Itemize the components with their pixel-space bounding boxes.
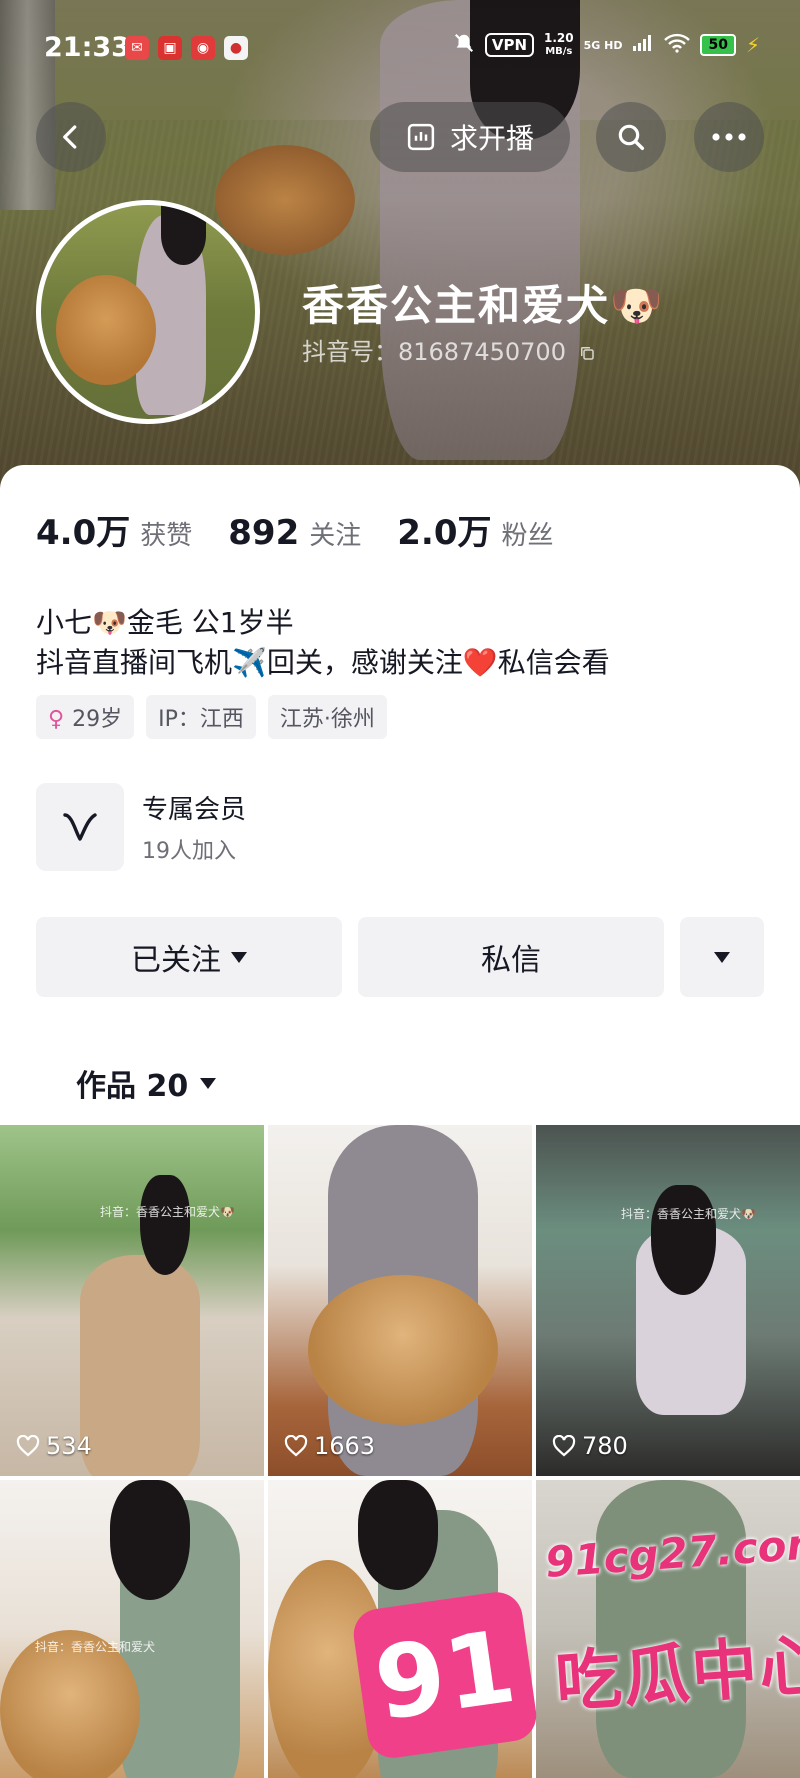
caret-down-icon xyxy=(714,951,730,963)
status-right-group: VPN 1.20 MB/s 5G HD 50 ⚡ xyxy=(453,32,760,58)
thumb-dog xyxy=(308,1275,498,1425)
wifi-icon xyxy=(664,33,691,57)
thumb-figure xyxy=(80,1255,200,1476)
tab-works-label: 作品 20 xyxy=(76,1069,189,1104)
heart-icon xyxy=(284,1435,308,1457)
followed-label: 已关注 xyxy=(131,943,221,978)
mute-icon xyxy=(453,32,475,58)
heart-icon xyxy=(552,1435,576,1457)
request-live-button[interactable]: 求开播 xyxy=(370,102,570,172)
avatar-hair xyxy=(161,205,206,265)
membership-subtitle: 19人加入 xyxy=(142,839,236,864)
chevron-left-icon xyxy=(63,125,77,149)
more-actions-button[interactable] xyxy=(680,917,764,997)
thumb-hair xyxy=(358,1480,438,1590)
heart-icon xyxy=(16,1435,40,1457)
watermark-logo-text: 91 xyxy=(367,1607,523,1743)
membership-entry[interactable]: 专属会员 19人加入 xyxy=(36,783,436,873)
back-button[interactable] xyxy=(36,102,106,172)
video-thumbnail[interactable]: 抖音：香香公主和爱犬🐶 780 xyxy=(536,1125,800,1476)
request-live-label: 求开播 xyxy=(449,122,534,155)
signal-label: 5G HD xyxy=(583,38,623,52)
bio-line-1: 小七🐶金毛 公1岁半 xyxy=(36,606,294,639)
video-likes-count: 534 xyxy=(46,1432,92,1460)
tags-row: ♀ 29岁 IP：江西 江苏·徐州 xyxy=(36,695,387,739)
stat-following[interactable]: 892 关注 xyxy=(228,513,361,553)
profile-name: 香香公主和爱犬🐶 xyxy=(302,281,665,330)
stat-following-value: 892 xyxy=(228,513,300,553)
stat-likes-label: 获赞 xyxy=(140,521,193,551)
stat-followers[interactable]: 2.0万 粉丝 xyxy=(397,505,553,554)
charging-icon: ⚡ xyxy=(745,33,760,57)
video-thumbnail[interactable]: 抖音：香香公主和爱犬🐶 534 xyxy=(0,1125,264,1476)
video-likes-count: 780 xyxy=(582,1432,628,1460)
stat-followers-value: 2.0万 xyxy=(397,513,492,553)
watermark-logo: 91 xyxy=(350,1588,540,1762)
vpn-badge: VPN xyxy=(484,33,534,57)
search-button[interactable] xyxy=(596,102,666,172)
thumb-overlay-text: 抖音：香香公主和爱犬 xyxy=(35,1640,156,1654)
thumb-overlay-text: 抖音：香香公主和爱犬🐶 xyxy=(621,1207,756,1221)
bio: 小七🐶金毛 公1岁半 抖音直播间飞机✈️回关，感谢关注❤️私信会看 xyxy=(36,603,610,683)
caret-down-icon xyxy=(231,951,247,963)
thumb-overlay-text: 抖音：香香公主和爱犬🐶 xyxy=(100,1205,235,1219)
stat-followers-label: 粉丝 xyxy=(501,521,554,551)
stat-following-label: 关注 xyxy=(309,521,362,551)
notification-app-icon: ▣ xyxy=(158,36,182,60)
stat-likes[interactable]: 4.0万 获赞 xyxy=(36,505,192,554)
stat-likes-value: 4.0万 xyxy=(36,513,131,553)
video-likes: 534 xyxy=(16,1432,92,1460)
thumb-hair xyxy=(651,1185,716,1295)
membership-title: 专属会员 xyxy=(142,795,247,825)
avatar-dog xyxy=(56,275,156,385)
notification-app-icon: ● xyxy=(224,36,248,60)
net-speed-value: 1.20 xyxy=(544,31,574,45)
bar-chart-icon xyxy=(407,123,435,151)
douyin-id-row[interactable]: 抖音号：81687450700 xyxy=(302,332,596,367)
signal-icon xyxy=(632,34,654,56)
stats-row: 4.0万 获赞 892 关注 2.0万 粉丝 xyxy=(36,505,554,554)
tag-age: ♀ 29岁 xyxy=(36,695,135,739)
membership-v-icon xyxy=(36,783,124,871)
bio-line-2: 抖音直播间飞机✈️回关，感谢关注❤️私信会看 xyxy=(36,646,610,679)
thumb-hair xyxy=(140,1175,190,1275)
net-speed: 1.20 MB/s xyxy=(544,32,574,58)
notification-app-icon: ◉ xyxy=(191,36,215,60)
douyin-id: 抖音号：81687450700 xyxy=(302,338,566,366)
battery-level: 50 xyxy=(700,34,736,56)
tag-age-text: 29岁 xyxy=(72,707,123,732)
more-button[interactable] xyxy=(694,102,764,172)
thumb-hair xyxy=(110,1480,190,1600)
caret-down-icon xyxy=(200,1077,217,1089)
search-icon xyxy=(618,124,645,151)
tag-ip: IP：江西 xyxy=(146,695,256,739)
video-likes-count: 1663 xyxy=(314,1432,376,1460)
video-thumbnail[interactable]: 1663 xyxy=(268,1125,532,1476)
message-label: 私信 xyxy=(481,943,541,978)
watermark-brand: 吃瓜中心 xyxy=(553,1625,800,1722)
status-bar: 21:33 ✉ ▣ ◉ ● VPN 1.20 MB/s 5G HD 50 ⚡ xyxy=(0,28,800,68)
message-button[interactable]: 私信 xyxy=(358,917,664,997)
video-likes: 1663 xyxy=(284,1432,375,1460)
tag-location: 江苏·徐州 xyxy=(267,695,387,739)
status-time: 21:33 xyxy=(44,32,130,63)
video-thumbnail[interactable]: 抖音：香香公主和爱犬 xyxy=(0,1480,264,1778)
tab-works[interactable]: 作品 20 xyxy=(76,1061,217,1105)
net-speed-unit: MB/s xyxy=(545,46,573,57)
followed-button[interactable]: 已关注 xyxy=(36,917,342,997)
video-likes: 780 xyxy=(552,1432,628,1460)
copy-icon[interactable] xyxy=(578,344,596,362)
avatar[interactable] xyxy=(36,200,260,424)
more-dots-icon xyxy=(712,133,746,141)
female-icon: ♀ xyxy=(48,707,65,732)
notification-app-icon: ✉ xyxy=(125,36,149,60)
